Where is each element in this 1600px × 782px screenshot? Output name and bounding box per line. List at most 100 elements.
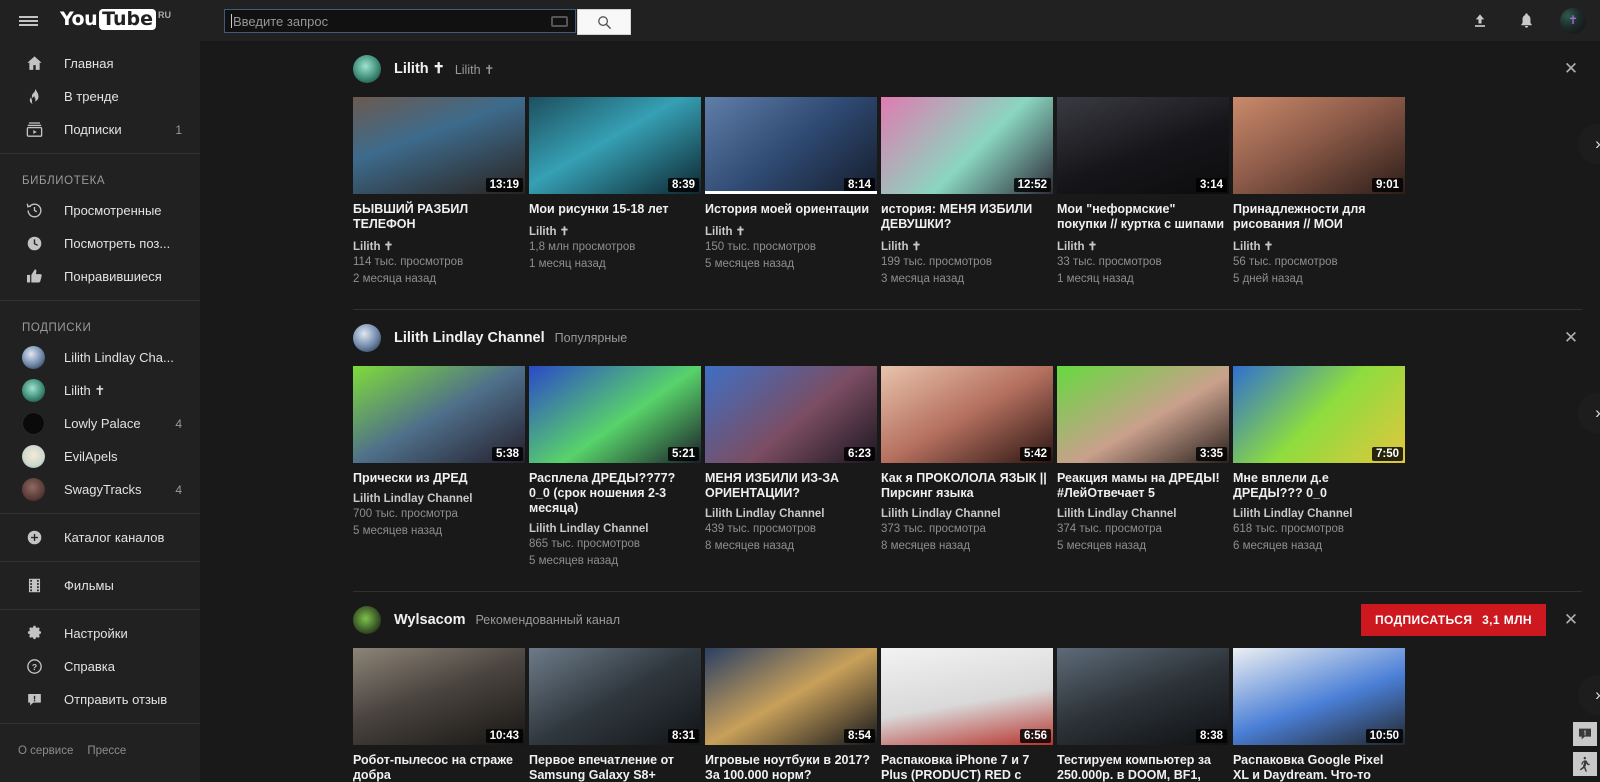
footer-link-about[interactable]: О сервисе: [18, 745, 73, 757]
video-channel[interactable]: Lilith Lindlay Channel: [705, 508, 881, 520]
sidebar-channel-lilith[interactable]: Lilith ✝: [0, 374, 200, 407]
video-thumbnail[interactable]: 10:50: [1233, 648, 1405, 745]
video-card[interactable]: 3:14 Мои "неформские" покупки // куртка …: [1057, 97, 1233, 287]
video-title[interactable]: Распаковка iPhone 7 и 7 Plus (PRODUCT) R…: [881, 753, 1049, 782]
video-channel[interactable]: Lilith ✝: [1057, 239, 1233, 253]
sidebar-item-trending[interactable]: В тренде: [0, 80, 200, 113]
sidebar-channel-lilith-lindlay[interactable]: Lilith Lindlay Cha...: [0, 341, 200, 374]
upload-icon[interactable]: [1468, 9, 1492, 33]
video-title[interactable]: Принадлежности для рисования // МОИ: [1233, 202, 1401, 232]
video-thumbnail[interactable]: 6:23: [705, 366, 877, 463]
sidebar-item-channel-catalog[interactable]: Каталог каналов: [0, 521, 200, 554]
video-title[interactable]: Как я ПРОКОЛОЛА ЯЗЫК || Пирсинг языка: [881, 471, 1049, 501]
sidebar-item-movies[interactable]: Фильмы: [0, 569, 200, 602]
bell-icon[interactable]: [1514, 9, 1538, 33]
feedback-icon[interactable]: [1573, 722, 1597, 746]
close-icon[interactable]: ✕: [1560, 609, 1582, 631]
avatar[interactable]: [1560, 7, 1586, 34]
shelf-channel-avatar[interactable]: [353, 606, 381, 634]
video-channel[interactable]: Lilith ✝: [1233, 239, 1409, 253]
video-card[interactable]: 9:01 Принадлежности для рисования // МОИ…: [1233, 97, 1409, 287]
sidebar-item-feedback[interactable]: Отправить отзыв: [0, 683, 200, 716]
video-channel[interactable]: Lilith ✝: [529, 224, 705, 238]
video-card[interactable]: 6:56 Распаковка iPhone 7 и 7 Plus (PRODU…: [881, 648, 1057, 782]
video-thumbnail[interactable]: 8:38: [1057, 648, 1229, 745]
subscribe-button[interactable]: ПОДПИСАТЬСЯ 3,1 МЛН: [1360, 604, 1546, 636]
sidebar-channel-evilapels[interactable]: EvilApels: [0, 440, 200, 473]
video-channel[interactable]: Lilith ✝: [881, 239, 1057, 253]
video-channel[interactable]: Lilith Lindlay Channel: [1057, 508, 1233, 520]
video-thumbnail[interactable]: 8:54: [705, 648, 877, 745]
close-icon[interactable]: ✕: [1560, 327, 1582, 349]
video-channel[interactable]: Lilith Lindlay Channel: [881, 508, 1057, 520]
video-card[interactable]: 5:42 Как я ПРОКОЛОЛА ЯЗЫК || Пирсинг язы…: [881, 366, 1057, 569]
video-thumbnail[interactable]: 6:56: [881, 648, 1053, 745]
video-card[interactable]: 5:21 Расплела ДРЕДЫ??77? 0_0 (срок ношен…: [529, 366, 705, 569]
search-input[interactable]: Введите запрос: [224, 9, 576, 33]
video-title[interactable]: Робот-пылесос на страже добра: [353, 753, 521, 782]
youtube-logo[interactable]: You Tube RU: [60, 8, 171, 33]
hamburger-menu-icon[interactable]: [0, 0, 56, 41]
sidebar-channel-swagytracks[interactable]: SwagyTracks 4: [0, 473, 200, 506]
video-card[interactable]: 8:39 Мои рисунки 15-18 лет Lilith ✝ 1,8 …: [529, 97, 705, 287]
video-title[interactable]: Мои рисунки 15-18 лет: [529, 202, 697, 217]
sidebar-item-settings[interactable]: Настройки: [0, 617, 200, 650]
video-card[interactable]: 8:54 Игровые ноутбуки в 2017? За 100.000…: [705, 648, 881, 782]
video-thumbnail[interactable]: 8:39: [529, 97, 701, 194]
video-thumbnail[interactable]: 10:43: [353, 648, 525, 745]
footer-link-press[interactable]: Прессе: [87, 745, 126, 757]
sidebar-item-home[interactable]: Главная: [0, 47, 200, 80]
video-card[interactable]: 13:19 БЫВШИЙ РАЗБИЛ ТЕЛЕФОН Lilith ✝ 114…: [353, 97, 529, 287]
video-card[interactable]: 8:38 Тестируем компьютер за 250.000р. в …: [1057, 648, 1233, 782]
video-title[interactable]: Мои "неформские" покупки // куртка с шип…: [1057, 202, 1225, 232]
video-title[interactable]: история: МЕНЯ ИЗБИЛИ ДЕВУШКИ?: [881, 202, 1049, 232]
video-card[interactable]: 3:35 Реакция мамы на ДРЕДЫ! #ЛейОтвечает…: [1057, 366, 1233, 569]
video-title[interactable]: Игровые ноутбуки в 2017? За 100.000 норм…: [705, 753, 873, 782]
video-thumbnail[interactable]: 13:19: [353, 97, 525, 194]
video-thumbnail[interactable]: 8:31: [529, 648, 701, 745]
video-thumbnail[interactable]: 7:50: [1233, 366, 1405, 463]
video-title[interactable]: Распаковка Google Pixel XL и Daydream. Ч…: [1233, 753, 1401, 782]
video-card[interactable]: 10:50 Распаковка Google Pixel XL и Daydr…: [1233, 648, 1409, 782]
video-card[interactable]: 8:14 История моей ориентации Lilith ✝ 15…: [705, 97, 881, 287]
keyboard-icon[interactable]: [551, 15, 568, 27]
sidebar-item-history[interactable]: Просмотренные: [0, 194, 200, 227]
video-card[interactable]: 10:43 Робот-пылесос на страже добра Wyls…: [353, 648, 529, 782]
video-title[interactable]: Реакция мамы на ДРЕДЫ! #ЛейОтвечает 5: [1057, 471, 1225, 501]
shelf-next-button[interactable]: ›: [1578, 675, 1600, 715]
search-button[interactable]: [577, 9, 631, 35]
video-thumbnail[interactable]: 3:14: [1057, 97, 1229, 194]
sidebar-item-watch-later[interactable]: Посмотреть поз...: [0, 227, 200, 260]
video-thumbnail[interactable]: 12:52: [881, 97, 1053, 194]
video-title[interactable]: Первое впечатление от Samsung Galaxy S8+: [529, 753, 697, 782]
video-title[interactable]: Прически из ДРЕД: [353, 471, 521, 486]
close-icon[interactable]: ✕: [1560, 58, 1582, 80]
shelf-title[interactable]: Lilith Lindlay Channel: [394, 330, 545, 346]
video-channel[interactable]: Lilith Lindlay Channel: [529, 523, 705, 535]
video-thumbnail[interactable]: 5:21: [529, 366, 701, 463]
video-card[interactable]: 6:23 МЕНЯ ИЗБИЛИ ИЗ-ЗА ОРИЕНТАЦИИ? Lilit…: [705, 366, 881, 569]
video-title[interactable]: Мне вплели д.е ДРЕДЫ??? 0_0: [1233, 471, 1401, 501]
video-thumbnail[interactable]: 9:01: [1233, 97, 1405, 194]
shelf-channel-avatar[interactable]: [353, 324, 381, 352]
video-title[interactable]: БЫВШИЙ РАЗБИЛ ТЕЛЕФОН: [353, 202, 521, 232]
video-thumbnail[interactable]: 5:38: [353, 366, 525, 463]
video-card[interactable]: 7:50 Мне вплели д.е ДРЕДЫ??? 0_0 Lilith …: [1233, 366, 1409, 569]
video-channel[interactable]: Lilith Lindlay Channel: [353, 493, 529, 505]
sidebar-item-subscriptions[interactable]: Подписки 1: [0, 113, 200, 146]
shelf-title[interactable]: Lilith ✝: [394, 61, 445, 77]
video-card[interactable]: 5:38 Прически из ДРЕД Lilith Lindlay Cha…: [353, 366, 529, 569]
shelf-channel-avatar[interactable]: [353, 55, 381, 83]
video-title[interactable]: История моей ориентации: [705, 202, 873, 217]
shelf-next-button[interactable]: ›: [1578, 393, 1600, 433]
video-thumbnail[interactable]: 5:42: [881, 366, 1053, 463]
video-title[interactable]: Расплела ДРЕДЫ??77? 0_0 (срок ношения 2-…: [529, 471, 697, 516]
video-channel[interactable]: Lilith ✝: [705, 224, 881, 238]
video-title[interactable]: МЕНЯ ИЗБИЛИ ИЗ-ЗА ОРИЕНТАЦИИ?: [705, 471, 873, 501]
video-channel[interactable]: Lilith Lindlay Channel: [1233, 508, 1409, 520]
sidebar-channel-lowly-palace[interactable]: Lowly Palace 4: [0, 407, 200, 440]
video-thumbnail[interactable]: 3:35: [1057, 366, 1229, 463]
sidebar-item-liked[interactable]: Понравившиеся: [0, 260, 200, 293]
shelf-next-button[interactable]: ›: [1578, 124, 1600, 164]
shelf-title[interactable]: Wylsacom: [394, 612, 465, 628]
